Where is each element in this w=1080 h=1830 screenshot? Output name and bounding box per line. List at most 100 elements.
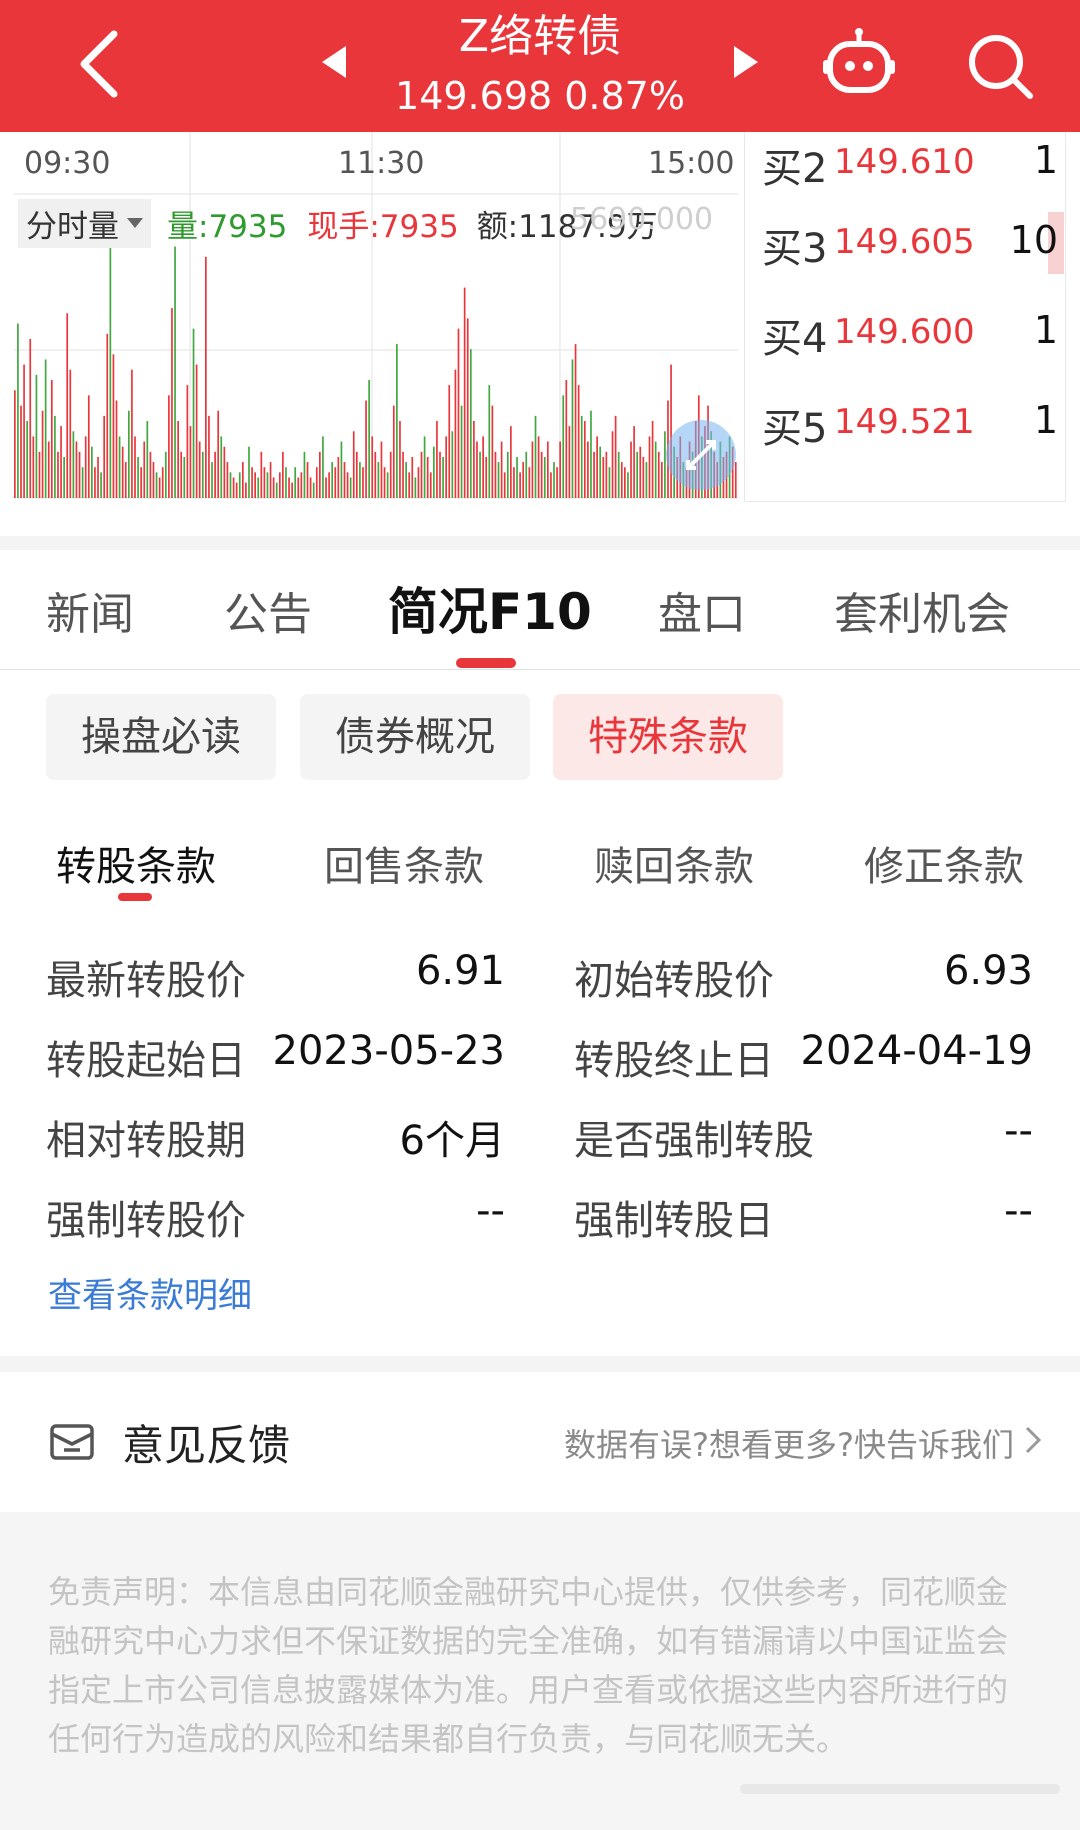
volume-bar (365, 400, 367, 498)
volume-bar (451, 431, 454, 498)
volume-bar (497, 462, 500, 498)
volume-bar (627, 472, 629, 498)
volume-bar (399, 421, 401, 498)
tab-order-book[interactable]: 盘口 (658, 578, 746, 642)
intraday-volume-chart[interactable]: 09:30 11:30 15:00 分时量 量:7935 现手:7935 额:1… (0, 132, 745, 502)
volume-bar (506, 451, 509, 498)
volume-bar (624, 467, 626, 498)
volume-bar (617, 451, 620, 498)
volume-bar (189, 426, 192, 498)
volume-bar (577, 385, 580, 498)
volume-bar (272, 477, 275, 498)
volume-bar (519, 472, 521, 498)
volume-bar (608, 467, 611, 498)
volume-bar (315, 467, 318, 498)
search-icon[interactable] (960, 26, 1040, 106)
volume-bar (433, 446, 435, 498)
tab-f10-overview[interactable]: 简况F10 (388, 572, 592, 644)
volume-bar (396, 344, 398, 498)
term-label: 转股终止日 (574, 1038, 774, 1084)
order-book-row[interactable]: 买4 149.600 1 (754, 302, 1064, 362)
subtab-putback-terms[interactable]: 回售条款 (324, 834, 484, 892)
view-terms-detail-link[interactable]: 查看条款明细 (48, 1268, 252, 1317)
volume-bar (494, 451, 497, 498)
volume-bar (426, 456, 429, 498)
volume-bar (161, 467, 164, 498)
time-tick-open: 09:30 (24, 146, 111, 181)
volume-bar (359, 462, 361, 498)
volume-bar (405, 462, 407, 498)
volume-bar (275, 482, 278, 498)
volume-bar (556, 467, 558, 498)
volume-bar (565, 379, 568, 498)
volume-bar (81, 467, 84, 498)
volume-bar (137, 456, 139, 498)
subtab-revision-terms[interactable]: 修正条款 (864, 834, 1024, 892)
volume-bar (112, 354, 115, 498)
volume-bar (420, 451, 423, 498)
volume-bar (500, 441, 503, 498)
volume-bar (26, 421, 29, 498)
bid-price: 149.521 (834, 402, 975, 442)
volume-bar (383, 467, 386, 498)
feedback-row[interactable]: 意见反馈 数据有误?想看更多?快告诉我们 (0, 1372, 1080, 1512)
volume-bar (503, 472, 506, 498)
volume-bar (587, 441, 589, 498)
tab-arbitrage[interactable]: 套利机会 (834, 578, 1010, 642)
volume-bar (131, 369, 133, 498)
volume-bar (60, 426, 62, 498)
volume-bar (337, 456, 340, 498)
volume-bar (205, 256, 207, 498)
volume-bar (528, 467, 531, 498)
volume-bar (374, 451, 377, 498)
term-value: -- (1004, 1188, 1033, 1234)
volume-bar (593, 451, 595, 498)
volume-bar (377, 462, 380, 498)
volume-bar (146, 421, 149, 498)
volume-bar (611, 431, 614, 498)
volume-bar (235, 482, 238, 498)
order-book-row[interactable]: 买2 149.610 1 (754, 132, 1064, 192)
volume-bar (636, 451, 639, 498)
volume-bar (118, 436, 121, 498)
term-label: 初始转股价 (574, 958, 774, 1004)
feedback-prompt: 数据有误?想看更多?快告诉我们 (564, 1426, 1014, 1464)
volume-bar (47, 441, 50, 498)
chip-bond-overview[interactable]: 债券概况 (300, 694, 530, 780)
next-security-icon[interactable] (728, 42, 762, 82)
subtab-conversion-terms[interactable]: 转股条款 (56, 834, 216, 892)
volume-bar (66, 313, 69, 498)
volume-bar (127, 410, 130, 498)
order-book-row[interactable]: 买5 149.521 1 (754, 392, 1064, 452)
volume-bar (355, 451, 358, 498)
volume-bar (124, 462, 127, 498)
volume-bar (460, 405, 463, 498)
volume-bar (177, 421, 179, 498)
term-value: 6.91 (415, 948, 505, 994)
order-book-row[interactable]: 买3 149.605 10 (754, 212, 1064, 274)
main-tab-bar: 新闻 公告 简况F10 盘口 套利机会 (0, 550, 1080, 670)
volume-bar (620, 462, 623, 498)
active-subtab-indicator (118, 893, 152, 901)
subtab-redemption-terms[interactable]: 赎回条款 (594, 834, 754, 892)
volume-bar (340, 441, 343, 498)
term-value: -- (1004, 1108, 1033, 1154)
volume-bar (389, 451, 392, 498)
volume-bar (442, 456, 444, 498)
term-value: 2024-04-19 (800, 1028, 1033, 1074)
volume-bar (380, 441, 383, 498)
volume-indicator-selector[interactable]: 分时量 (18, 198, 151, 248)
chip-special-terms[interactable]: 特殊条款 (553, 694, 783, 780)
tab-news[interactable]: 新闻 (46, 578, 134, 642)
bid-price: 149.610 (834, 142, 975, 182)
tab-announcements[interactable]: 公告 (224, 578, 312, 642)
volume-bar (214, 451, 216, 498)
expand-chart-button[interactable] (666, 420, 736, 490)
volume-bar (479, 451, 481, 498)
chip-trading-must-read[interactable]: 操盘必读 (46, 694, 276, 780)
volume-bar (605, 451, 608, 498)
volume-bar (436, 421, 438, 498)
assistant-robot-icon[interactable] (822, 26, 896, 100)
volume-bar (223, 446, 226, 498)
volume-bar (516, 456, 518, 498)
